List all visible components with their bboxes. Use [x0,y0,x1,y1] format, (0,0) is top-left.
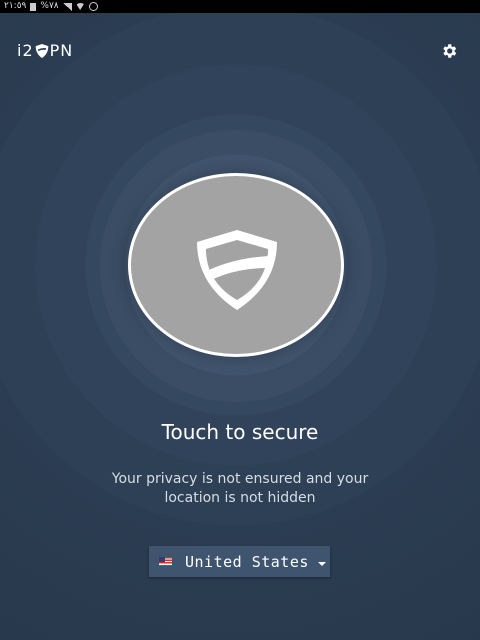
connect-button[interactable] [128,173,344,357]
shield-icon [197,230,277,310]
vpn-home-screen: ٢١:٥٩ %٧٨ i2 PN Touch to secure Your pri… [0,0,480,640]
logo-text-right: PN [49,41,74,60]
us-flag-icon [159,557,172,566]
sim-icon [30,2,37,11]
logo-text-left: i2 [17,41,34,60]
wifi-icon [75,3,85,10]
alarm-icon [88,2,98,11]
battery-level: %٧٨ [40,1,59,11]
status-bar: ٢١:٥٩ %٧٨ [0,0,480,13]
signal-icon [62,2,72,11]
shield-logo-icon [35,43,48,58]
chevron-down-icon [317,561,326,566]
app-header: i2 PN [0,38,480,66]
gear-icon[interactable] [440,42,458,60]
app-logo: i2 PN [17,41,73,60]
selected-country: United States [185,552,309,571]
connect-prompt: Touch to secure [161,420,319,444]
status-time: ٢١:٥٩ [4,1,27,11]
country-selector[interactable]: United States [149,546,330,577]
status-message: Your privacy is not ensured and your loc… [111,471,369,506]
